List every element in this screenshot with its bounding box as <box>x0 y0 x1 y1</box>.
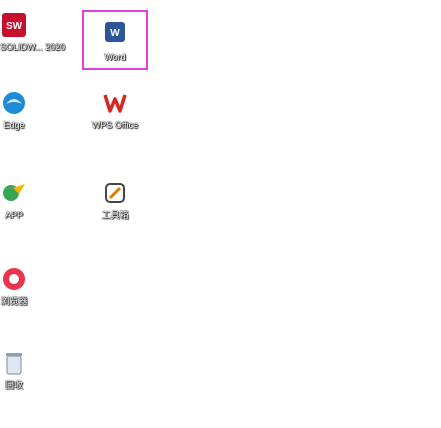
desktop-icon-recycle[interactable]: 回收 <box>0 346 28 406</box>
svg-text:W: W <box>110 28 120 39</box>
tool-icon <box>105 183 125 203</box>
bird-icon <box>3 184 25 201</box>
browser-icon <box>3 92 25 114</box>
desktop-icon-label: Word <box>104 52 126 62</box>
word-icon: W <box>105 22 125 42</box>
desktop-icon-wps[interactable]: WPS Office <box>82 86 148 146</box>
svg-text:SW: SW <box>6 21 23 32</box>
desktop-icon-label: SOLIDW... 2020 <box>0 42 66 52</box>
recycle-bin-icon <box>6 353 22 375</box>
desktop-icon-label: 工具箱 <box>101 210 129 220</box>
wps-office-icon <box>103 94 127 113</box>
desktop-icon-label: Edge <box>3 120 25 130</box>
desktop-icon-label: APP <box>4 210 23 220</box>
desktop-icon-app7[interactable]: 浏览器 <box>0 262 28 322</box>
desktop-icon-word[interactable]: W Word <box>82 10 148 70</box>
desktop-icon-solidworks[interactable]: SW SOLIDW... 2020 <box>0 6 66 76</box>
circle-browser-icon <box>3 268 25 290</box>
desktop-icon-label: 浏览器 <box>0 296 28 306</box>
desktop-icon-label: 回收 <box>4 380 23 390</box>
desktop-icon-label: WPS Office <box>91 120 139 130</box>
desktop-icon-app5[interactable]: APP <box>0 176 28 236</box>
desktop-icon-edge[interactable]: Edge <box>0 86 28 146</box>
desktop-icon-app6[interactable]: 工具箱 <box>82 176 148 236</box>
solidworks-icon: SW <box>2 13 26 37</box>
